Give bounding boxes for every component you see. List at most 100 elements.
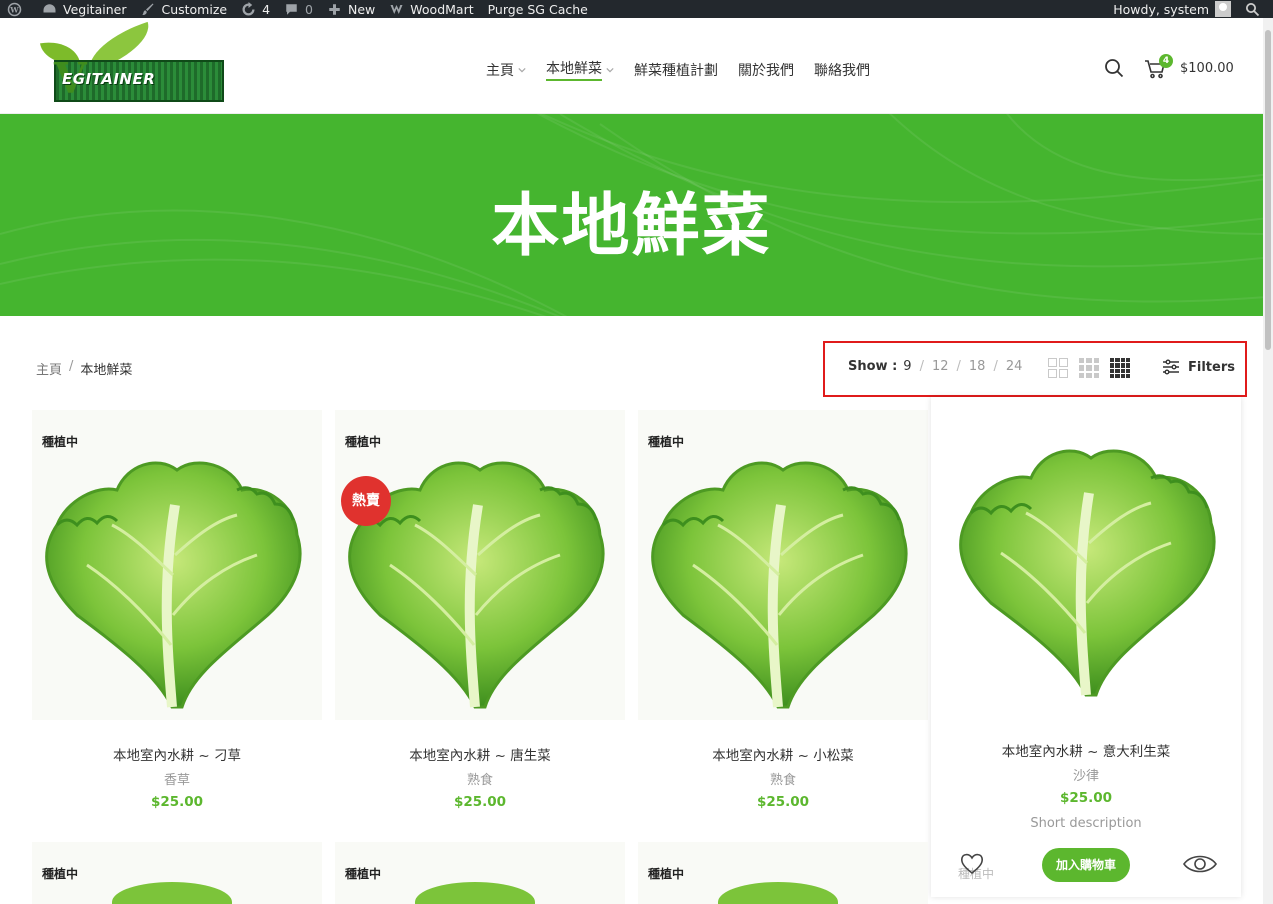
new-content-menu[interactable]: New [320, 0, 382, 18]
per-page-option-24[interactable]: 24 [1006, 359, 1023, 374]
page-title: 本地鮮菜 [491, 187, 772, 266]
wordpress-icon: W [7, 2, 22, 16]
comments-menu[interactable]: 0 [277, 0, 320, 18]
customize-label: Customize [161, 1, 228, 17]
nav-label: 聯絡我們 [814, 62, 870, 79]
option-separator: / [919, 359, 924, 374]
product-name[interactable]: 本地室內水耕 ~ 意大利生菜 [931, 740, 1241, 760]
main-nav: 主頁 本地鮮菜 鮮菜種植計劃 關於我們 聯絡我們 [486, 58, 890, 84]
heart-icon[interactable] [959, 852, 985, 876]
lettuce-image [37, 445, 307, 715]
purge-cache-label: Purge SG Cache [487, 1, 588, 17]
avatar [1215, 1, 1231, 17]
search-icon[interactable] [1104, 58, 1124, 78]
woodmart-menu[interactable]: WoodMart [382, 0, 480, 18]
product-image[interactable] [931, 397, 1241, 717]
nav-label: 關於我們 [738, 62, 794, 79]
breadcrumb: 主頁 / 本地鮮菜 [36, 359, 132, 378]
scrollbar-thumb[interactable] [1265, 30, 1271, 350]
product-card[interactable]: 種植中 [335, 842, 625, 904]
admin-search[interactable] [1238, 0, 1273, 18]
site-name-menu[interactable]: Vegitainer [35, 0, 133, 18]
product-card[interactable]: 種植中 [638, 842, 928, 904]
product-price: $25.00 [1059, 790, 1113, 806]
site-name-label: Vegitainer [63, 1, 127, 17]
per-page-option-18[interactable]: 18 [969, 359, 986, 374]
product-card[interactable]: 種植中 本地室內水耕 ~ 刁草 香草 $25.00 [32, 410, 322, 830]
breadcrumb-home[interactable]: 主頁 [36, 359, 62, 378]
woodmart-icon [390, 4, 403, 14]
updates-count: 4 [262, 1, 271, 17]
filters-label: Filters [1188, 359, 1235, 375]
growing-status-tag: 種植中 [648, 867, 685, 881]
sliders-icon [1163, 359, 1179, 375]
product-short-description: Short description [1030, 816, 1142, 831]
product-card[interactable]: 種植中 本地室內水耕 ~ 小松菜 熟食 $25.00 [638, 410, 928, 830]
product-price: $25.00 [150, 794, 204, 810]
product-card[interactable]: 種植中 熱賣 本地室內水耕 ~ 唐生菜 熟食 $25.00 [335, 410, 625, 830]
product-name[interactable]: 本地室內水耕 ~ 唐生菜 [335, 744, 625, 764]
add-to-cart-button[interactable]: 加入購物車 [1042, 848, 1130, 882]
updates-menu[interactable]: 4 [234, 0, 277, 18]
comments-count: 0 [305, 1, 313, 17]
product-card[interactable]: 種植中 [32, 842, 322, 904]
nav-item-contact[interactable]: 聯絡我們 [814, 60, 870, 83]
product-image[interactable] [638, 410, 928, 720]
nav-item-local-vegetables[interactable]: 本地鮮菜 [546, 58, 614, 84]
growing-status-tag: 種植中 [42, 867, 79, 881]
logo-text: EGITAINER [62, 70, 156, 88]
product-category[interactable]: 熟食 [638, 769, 928, 788]
purge-cache-menu[interactable]: Purge SG Cache [481, 0, 595, 18]
product-price: $25.00 [453, 794, 507, 810]
dashboard-icon [43, 3, 56, 12]
lettuce-image [415, 882, 535, 904]
product-category[interactable]: 沙律 [931, 765, 1241, 784]
comment-icon [286, 3, 297, 15]
product-category[interactable]: 熟食 [335, 769, 625, 788]
lettuce-image [643, 445, 913, 715]
hot-badge: 熱賣 [341, 476, 391, 526]
wp-logo-menu[interactable]: W [0, 0, 35, 18]
woodmart-label: WoodMart [410, 1, 474, 17]
eye-icon[interactable] [1183, 852, 1217, 876]
lettuce-image [951, 433, 1221, 703]
per-page-option-12[interactable]: 12 [932, 359, 949, 374]
show-label: Show : [848, 359, 898, 374]
updates-icon [242, 1, 255, 15]
site-header: V EGITAINER 主頁 本地鮮菜 鮮菜種植計劃 關於我們 聯絡我們 [0, 18, 1263, 114]
grid-2-columns-icon[interactable] [1048, 358, 1068, 378]
breadcrumb-separator: / [69, 359, 74, 374]
product-image[interactable] [335, 410, 625, 720]
nav-label: 本地鮮菜 [546, 58, 602, 81]
nav-item-planting-plan[interactable]: 鮮菜種植計劃 [634, 60, 718, 83]
option-separator: / [993, 359, 998, 374]
search-icon [1245, 2, 1260, 16]
filters-button[interactable]: Filters [1162, 358, 1235, 376]
brush-icon [142, 3, 154, 15]
nav-item-about[interactable]: 關於我們 [738, 60, 794, 83]
howdy-text: Howdy, system [1113, 1, 1209, 17]
plus-icon [329, 3, 340, 15]
growing-status-tag: 種植中 [648, 435, 685, 449]
site-logo[interactable]: V EGITAINER [40, 21, 226, 104]
per-page-option-9[interactable]: 9 [903, 359, 911, 374]
product-name[interactable]: 本地室內水耕 ~ 小松菜 [638, 744, 928, 764]
new-label: New [348, 1, 376, 17]
nav-item-home[interactable]: 主頁 [486, 60, 526, 83]
product-card-hovered[interactable]: 本地室內水耕 ~ 意大利生菜 沙律 $25.00 Short descripti… [931, 397, 1241, 897]
product-name[interactable]: 本地室內水耕 ~ 刁草 [32, 744, 322, 764]
product-category[interactable]: 香草 [32, 769, 322, 788]
nav-label: 主頁 [486, 62, 514, 79]
admin-bar: W Vegitainer Customize 4 0 New WoodMart … [0, 0, 1273, 18]
customize-menu[interactable]: Customize [133, 0, 234, 18]
grid-3-columns-icon[interactable] [1079, 358, 1099, 378]
growing-status-tag: 種植中 [345, 435, 382, 449]
product-image[interactable] [32, 410, 322, 720]
grid-4-columns-icon[interactable] [1110, 358, 1130, 378]
lettuce-image [112, 882, 232, 904]
nav-label: 鮮菜種植計劃 [634, 62, 718, 79]
growing-status-tag: 種植中 [42, 435, 79, 449]
cart-total[interactable]: $100.00 [1180, 61, 1234, 76]
account-menu[interactable]: Howdy, system [1106, 0, 1238, 18]
growing-status-tag: 種植中 [345, 867, 382, 881]
